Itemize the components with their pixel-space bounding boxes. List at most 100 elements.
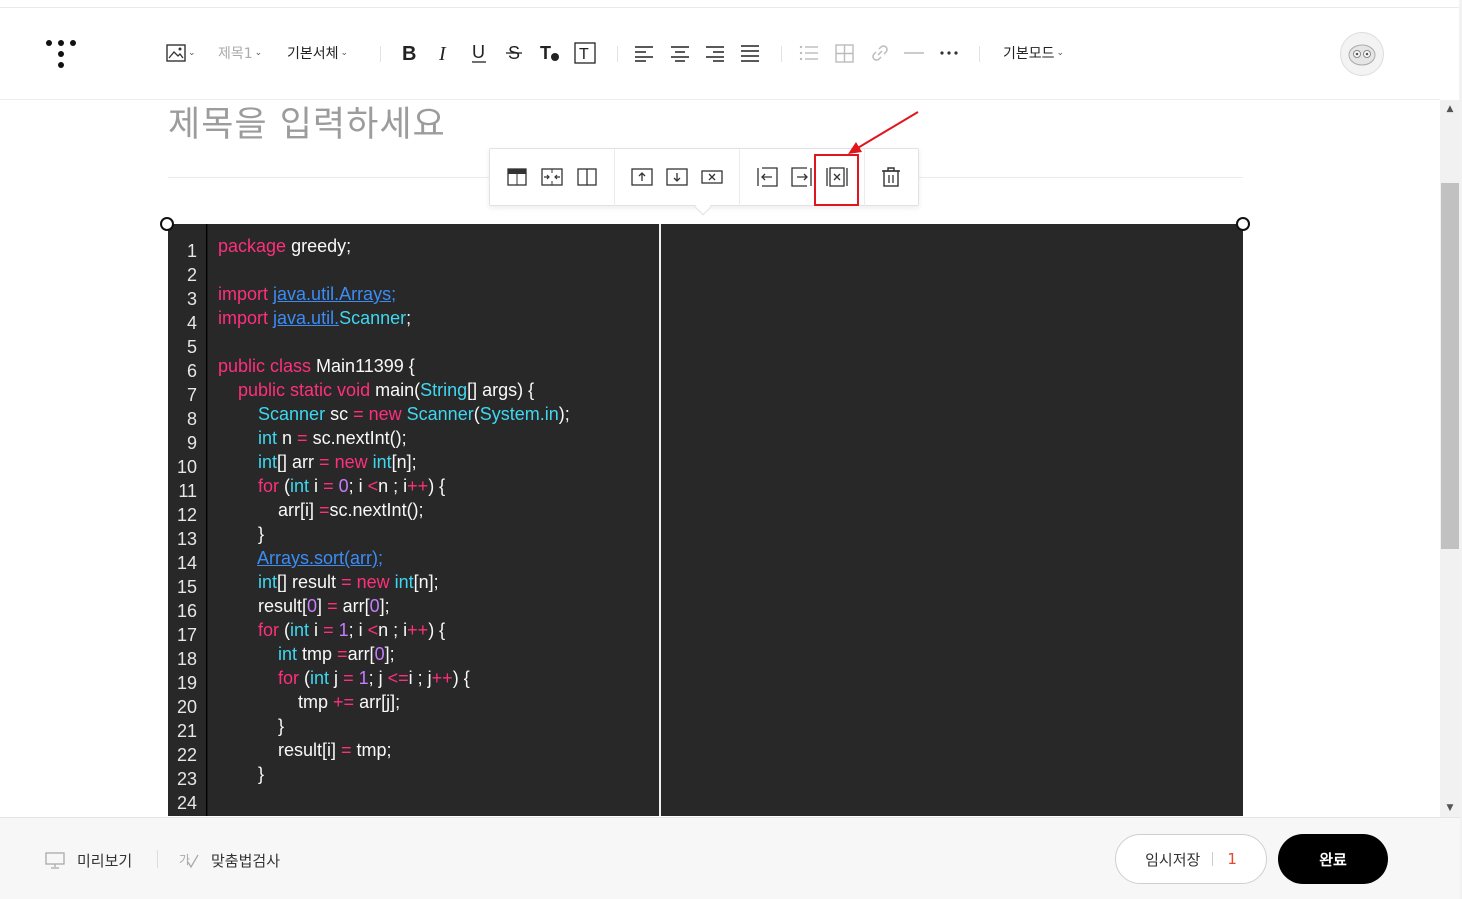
merge-cells-button[interactable] [540, 165, 564, 189]
text-color-button[interactable]: T [539, 40, 561, 66]
align-right-button[interactable] [705, 40, 725, 66]
text-background-button[interactable]: T [574, 40, 596, 66]
align-left-icon [634, 40, 654, 66]
table-button[interactable] [835, 40, 854, 66]
line-number: 15 [176, 577, 197, 597]
line-number: 16 [176, 601, 197, 621]
temp-save-label: 임시저장 [1145, 850, 1201, 869]
code-line: for (int j = 1; j <=i ; j++) { [278, 668, 470, 688]
delete-table-button[interactable] [879, 165, 903, 189]
line-number: 4 [186, 313, 197, 333]
line-number: 9 [186, 433, 197, 453]
underline-button[interactable]: U [470, 40, 488, 66]
code-line: import java.util.Arrays; [218, 284, 397, 304]
scroll-down-icon[interactable]: ▼ [1440, 799, 1460, 817]
line-number: 24 [176, 793, 197, 813]
mode-select-label: 기본모드 [1003, 46, 1055, 62]
resize-handle-right[interactable] [1236, 217, 1250, 231]
line-number: 18 [176, 649, 197, 669]
line-number: 22 [176, 745, 197, 765]
split-cells-icon [577, 168, 597, 186]
image-icon [166, 40, 186, 66]
line-number: 8 [186, 409, 197, 429]
image-insert-button[interactable]: ⌄ [166, 40, 196, 66]
strikethrough-button[interactable]: S [505, 40, 523, 66]
divider-icon [904, 40, 924, 66]
preview-button[interactable]: 미리보기 [45, 850, 132, 871]
code-line: arr[i] =sc.nextInt(); [218, 500, 424, 520]
insert-row-above-button[interactable] [630, 165, 654, 189]
scrollbar-thumb[interactable] [1441, 183, 1459, 549]
underline-icon: U [470, 40, 488, 66]
svg-text:T: T [540, 43, 551, 63]
mode-select[interactable]: 기본모드 ⌄ [1003, 40, 1064, 66]
chevron-down-icon: ⌄ [188, 48, 196, 58]
align-center-button[interactable] [670, 40, 690, 66]
delete-row-button[interactable] [700, 165, 724, 189]
profile-icon [1348, 44, 1376, 66]
code-line: int[] result = new int[n]; [258, 572, 439, 592]
line-number: 1 [186, 241, 197, 261]
temp-save-divider [1212, 852, 1214, 866]
title-input[interactable]: 제목을 입력하세요 [168, 96, 446, 147]
toolbar-divider [380, 46, 381, 62]
spellcheck-icon: 가 [179, 853, 199, 869]
strikethrough-icon: S [505, 40, 523, 66]
svg-text:T: T [579, 46, 589, 63]
align-justify-button[interactable] [740, 40, 760, 66]
line-number: 3 [186, 289, 197, 309]
spellcheck-button[interactable]: 가 맞춤법검사 [179, 850, 280, 871]
tistory-logo[interactable] [44, 38, 80, 70]
code-table[interactable]: 1 2 3 4 5 6 7 8 9 10 11 12 13 14 15 16 17 18 19 20 21 22 23 24 … [168, 224, 1243, 816]
line-number: 10 [176, 457, 197, 477]
link-button[interactable] [870, 40, 890, 66]
code-line: Arrays.sort(arr); [257, 548, 384, 568]
insert-row-below-icon [666, 168, 688, 186]
line-number: 17 [176, 625, 197, 645]
table-header-button[interactable] [505, 165, 529, 189]
line-number: 6 [186, 361, 197, 381]
spellcheck-label: 맞춤법검사 [211, 852, 281, 870]
list-button[interactable] [799, 40, 819, 66]
insert-row-below-button[interactable] [665, 165, 689, 189]
merge-cells-icon [541, 168, 563, 186]
heading-select[interactable]: 제목1 ⌄ [218, 40, 262, 66]
split-cells-button[interactable] [575, 165, 599, 189]
highlight-box [814, 154, 859, 206]
footer-divider [157, 850, 158, 868]
font-select-label: 기본서체 [287, 46, 339, 62]
italic-icon: I [436, 40, 452, 66]
insert-col-left-button[interactable] [755, 165, 779, 189]
page-scrollbar[interactable]: ▲ ▼ [1440, 100, 1460, 817]
window-top-edge [0, 0, 1462, 8]
code-line: for (int i = 1; i <n ; i++) { [258, 620, 446, 640]
text-color-icon: T [539, 40, 561, 66]
code-line: int[] arr = new int[n]; [258, 452, 417, 472]
align-left-button[interactable] [634, 40, 654, 66]
font-select[interactable]: 기본서체 ⌄ [287, 40, 348, 66]
line-number: 14 [176, 553, 197, 573]
insert-col-right-button[interactable] [790, 165, 814, 189]
divider-button[interactable] [904, 40, 924, 66]
table-column-divider[interactable] [659, 224, 661, 816]
italic-button[interactable]: I [436, 40, 452, 66]
line-number: 2 [186, 265, 197, 285]
line-number: 21 [176, 721, 197, 741]
code-line: for (int i = 0; i <n ; i++) { [258, 476, 446, 496]
code-line: } [218, 524, 265, 544]
scroll-up-icon[interactable]: ▲ [1440, 100, 1460, 118]
line-number: 20 [176, 697, 197, 717]
editor-header: ⌄ 제목1 ⌄ 기본서체 ⌄ B I U S T T 기본모드 ⌄ [0, 8, 1440, 100]
heading-select-label: 제목1 [218, 46, 253, 62]
gutter-border [206, 224, 207, 816]
more-button[interactable] [939, 40, 959, 66]
svg-text:B: B [402, 43, 416, 63]
resize-handle-left[interactable] [160, 217, 174, 231]
code-line: } [218, 764, 265, 784]
line-number: 23 [176, 769, 197, 789]
temp-save-button[interactable]: 임시저장 1 [1115, 834, 1267, 884]
code-line: int n = sc.nextInt(); [258, 428, 407, 448]
avatar[interactable] [1340, 32, 1384, 76]
done-button[interactable]: 완료 [1278, 834, 1388, 884]
bold-button[interactable]: B [400, 40, 418, 66]
